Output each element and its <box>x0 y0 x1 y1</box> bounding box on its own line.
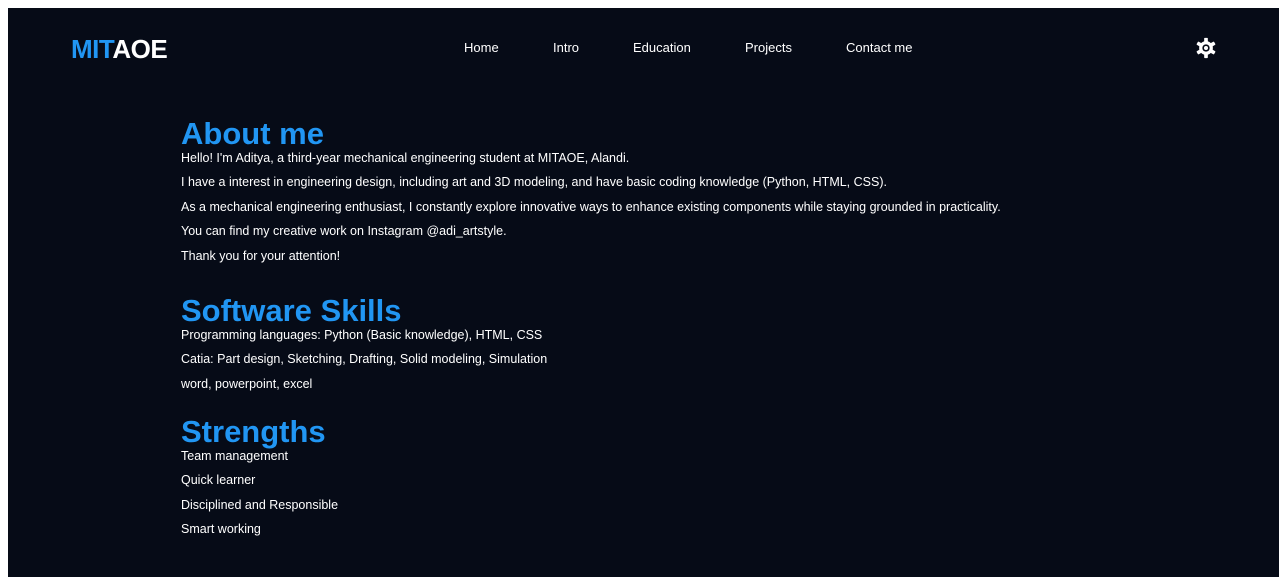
nav-education-link[interactable]: Education <box>633 39 691 57</box>
strengths-line: Quick learner <box>181 473 256 487</box>
nav-projects-link[interactable]: Projects <box>745 39 792 57</box>
main-nav: Home Intro Education Projects Contact me <box>8 39 1279 59</box>
about-line: You can find my creative work on Instagr… <box>181 224 507 238</box>
about-line: Hello! I'm Aditya, a third-year mechanic… <box>181 151 630 165</box>
about-line: As a mechanical engineering enthusiast, … <box>181 199 1001 214</box>
strengths-line: Disciplined and Responsible <box>181 497 339 512</box>
nav-home-link[interactable]: Home <box>464 39 499 57</box>
theme-toggle-button[interactable] <box>1195 37 1217 59</box>
nav-contact-link[interactable]: Contact me <box>846 39 912 57</box>
strengths-line: Smart working <box>181 522 261 536</box>
skills-heading: Software Skills <box>181 293 402 328</box>
about-line: I have a interest in engineering design,… <box>181 175 887 189</box>
skills-line: word, powerpoint, excel <box>181 376 313 391</box>
gear-icon <box>1196 37 1216 59</box>
nav-intro-link[interactable]: Intro <box>553 39 579 57</box>
strengths-heading: Strengths <box>181 414 326 449</box>
skills-line: Programming languages: Python (Basic kno… <box>181 328 543 342</box>
about-line: Thank you for your attention! <box>181 248 341 263</box>
page-frame: MITAOE Home Intro Education Projects Con… <box>8 8 1279 577</box>
about-section: About me Hello! I'm Aditya, a third-year… <box>181 118 1001 268</box>
about-heading: About me <box>181 116 324 151</box>
strengths-section: Strengths Team management Quick learner … <box>181 416 338 542</box>
skills-section: Software Skills Programming languages: P… <box>181 295 547 396</box>
skills-line: Catia: Part design, Sketching, Drafting,… <box>181 352 548 366</box>
strengths-line: Team management <box>181 449 289 463</box>
